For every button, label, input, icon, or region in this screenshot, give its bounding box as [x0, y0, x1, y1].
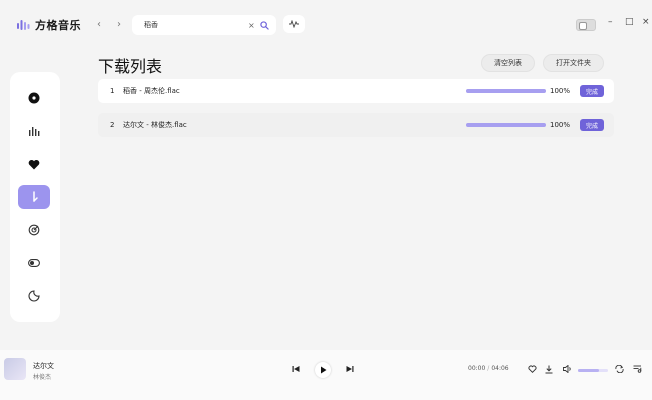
volume-icon	[562, 365, 571, 373]
volume-button[interactable]	[562, 364, 572, 374]
close-button[interactable]: ×	[642, 17, 650, 27]
search-icon[interactable]	[260, 20, 269, 30]
download-row[interactable]: 2 达尔文 - 林俊杰.flac 100% 完成	[98, 113, 614, 137]
file-name: 达尔文 - 林俊杰.flac	[123, 121, 187, 129]
download-arrow-icon	[545, 365, 553, 373]
play-button[interactable]	[315, 362, 331, 378]
music-wave-icon	[17, 20, 30, 30]
waveform-icon	[289, 20, 299, 28]
like-button[interactable]	[527, 364, 537, 374]
open-folder-button[interactable]: 打开文件夹	[543, 54, 604, 72]
loop-button[interactable]	[614, 364, 624, 374]
maximize-button[interactable]: □	[625, 17, 634, 27]
title-bar: 方格音乐 ‹ › × – □ ×	[0, 0, 652, 50]
progress-percent: 100%	[550, 121, 571, 129]
playback-time: 00:00/04:06	[468, 365, 509, 372]
radar-icon	[28, 224, 40, 236]
back-button[interactable]: ‹	[97, 19, 101, 31]
skip-back-icon	[292, 366, 300, 372]
album-cover[interactable]	[4, 358, 26, 380]
next-button[interactable]	[346, 365, 354, 373]
forward-button[interactable]: ›	[117, 19, 121, 31]
player-bar: 达尔文 林俊杰 00:00/04:06	[0, 350, 652, 400]
now-playing-title: 达尔文	[33, 362, 54, 370]
app-logo: 方格音乐	[16, 17, 81, 33]
sidebar-item-downloads[interactable]	[18, 185, 50, 209]
sidebar-item-favorites[interactable]	[18, 152, 50, 176]
status-badge: 完成	[580, 119, 604, 131]
sidebar-item-theme[interactable]	[18, 284, 50, 308]
current-time: 00:00	[468, 365, 486, 372]
search-box[interactable]: ×	[132, 15, 276, 35]
download-row[interactable]: 1 稻香 - 周杰伦.flac 100% 完成	[98, 79, 614, 103]
play-icon	[320, 366, 326, 374]
heart-icon	[28, 159, 40, 169]
download-button[interactable]	[544, 364, 554, 374]
sidebar-item-radar[interactable]	[18, 218, 50, 242]
time-separator: /	[487, 365, 490, 372]
loop-icon	[614, 365, 624, 373]
row-index: 2	[110, 121, 115, 129]
app-window: 方格音乐 ‹ › × – □ ×	[0, 0, 652, 400]
page-title: 下载列表	[98, 57, 163, 76]
download-progress-bar	[466, 89, 546, 93]
sidebar-item-discover[interactable]	[18, 86, 50, 110]
search-input[interactable]	[144, 21, 244, 29]
status-badge: 完成	[580, 85, 604, 97]
theme-icon	[28, 290, 40, 302]
heart-outline-icon	[527, 365, 537, 373]
playlist-icon	[633, 365, 641, 373]
disc-icon	[28, 92, 40, 104]
clear-list-button[interactable]: 清空列表	[481, 54, 535, 72]
total-time: 04:06	[491, 365, 509, 372]
playlist-button[interactable]	[632, 364, 642, 374]
download-progress-fill	[466, 89, 546, 93]
app-name: 方格音乐	[35, 19, 81, 32]
mini-mode-toggle[interactable]	[576, 19, 596, 31]
volume-fill	[578, 369, 599, 372]
sidebar-item-charts[interactable]	[18, 119, 50, 143]
progress-percent: 100%	[550, 87, 571, 95]
volume-slider[interactable]	[578, 369, 608, 372]
voice-search-button[interactable]	[283, 15, 305, 33]
download-progress-fill	[466, 123, 546, 127]
download-icon	[33, 191, 38, 202]
sidebar-item-settings[interactable]	[18, 251, 50, 275]
now-playing-artist: 林俊杰	[33, 374, 52, 381]
clear-search-icon[interactable]: ×	[248, 21, 255, 30]
sidebar	[10, 72, 60, 322]
row-index: 1	[110, 87, 115, 95]
download-progress-bar	[466, 123, 546, 127]
file-name: 稻香 - 周杰伦.flac	[123, 87, 180, 95]
chart-icon	[29, 127, 40, 136]
skip-forward-icon	[346, 366, 354, 372]
minimize-button[interactable]: –	[608, 17, 613, 27]
toggle-icon	[28, 259, 40, 267]
previous-button[interactable]	[292, 365, 300, 373]
